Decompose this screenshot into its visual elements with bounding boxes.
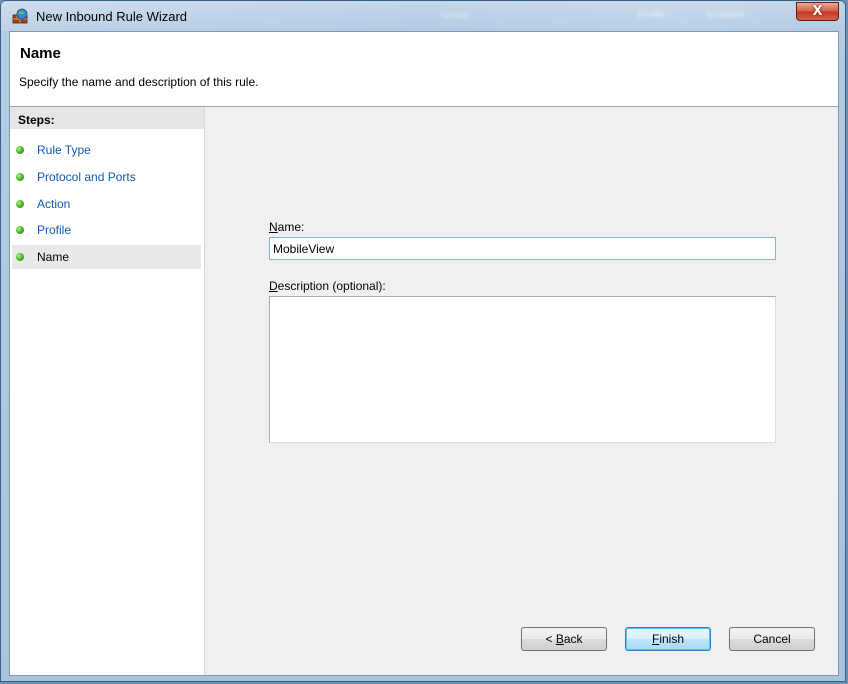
back-button-accelerator: B <box>555 632 564 646</box>
back-button-prefix: < <box>545 632 556 646</box>
step-label: Action <box>37 197 71 211</box>
step-label: Name <box>37 250 70 264</box>
finish-button[interactable]: Finish <box>625 627 711 651</box>
description-textarea[interactable] <box>269 296 776 443</box>
back-button[interactable]: < Back <box>521 627 607 651</box>
step-action[interactable]: Action <box>12 192 201 216</box>
wizard-header: Name Specify the name and description of… <box>10 32 838 107</box>
cancel-button-label: Cancel <box>753 632 791 646</box>
name-input[interactable] <box>269 237 776 260</box>
wizard-window: Group Profile Enabled New Inbound Rule W… <box>0 0 846 682</box>
step-label: Rule Type <box>37 143 91 157</box>
background-ghost-text: Enabled <box>707 10 744 21</box>
step-label: Profile <box>37 223 72 237</box>
back-button-label: ack <box>563 632 583 646</box>
step-complete-bullet-icon <box>16 253 24 261</box>
firewall-icon <box>12 8 30 24</box>
name-label: Name: <box>269 220 304 234</box>
step-name: Name <box>12 245 201 269</box>
close-button[interactable]: X <box>796 2 839 21</box>
step-complete-bullet-icon <box>16 200 24 208</box>
close-icon: X <box>812 4 823 19</box>
step-protocol-and-ports[interactable]: Protocol and Ports <box>12 165 201 189</box>
page-subtitle: Specify the name and description of this… <box>19 75 259 89</box>
wizard-client-area: Name Specify the name and description of… <box>9 31 839 676</box>
finish-button-accelerator: F <box>651 632 660 646</box>
finish-button-label: inish <box>659 632 685 646</box>
step-rule-type[interactable]: Rule Type <box>12 138 201 162</box>
window-title: New Inbound Rule Wizard <box>36 9 188 24</box>
step-complete-bullet-icon <box>16 173 24 181</box>
background-ghost-text: Group <box>441 10 469 21</box>
name-label-text: ame: <box>277 220 305 234</box>
description-label: Description (optional): <box>269 279 386 293</box>
title-bar[interactable]: Group Profile Enabled New Inbound Rule W… <box>1 1 845 31</box>
step-label: Protocol and Ports <box>37 170 136 184</box>
page-title: Name <box>20 45 61 62</box>
step-complete-bullet-icon <box>16 146 24 154</box>
steps-panel: Steps: Rule Type Protocol and Ports Acti… <box>10 107 205 675</box>
steps-title: Steps: <box>10 107 204 129</box>
step-profile[interactable]: Profile <box>12 218 201 242</box>
name-label-accelerator: N <box>269 220 278 234</box>
cancel-button[interactable]: Cancel <box>729 627 815 651</box>
description-label-accelerator: D <box>269 279 278 293</box>
background-ghost-text: Profile <box>637 10 666 21</box>
step-complete-bullet-icon <box>16 226 24 234</box>
description-label-text: escription (optional): <box>277 279 386 293</box>
